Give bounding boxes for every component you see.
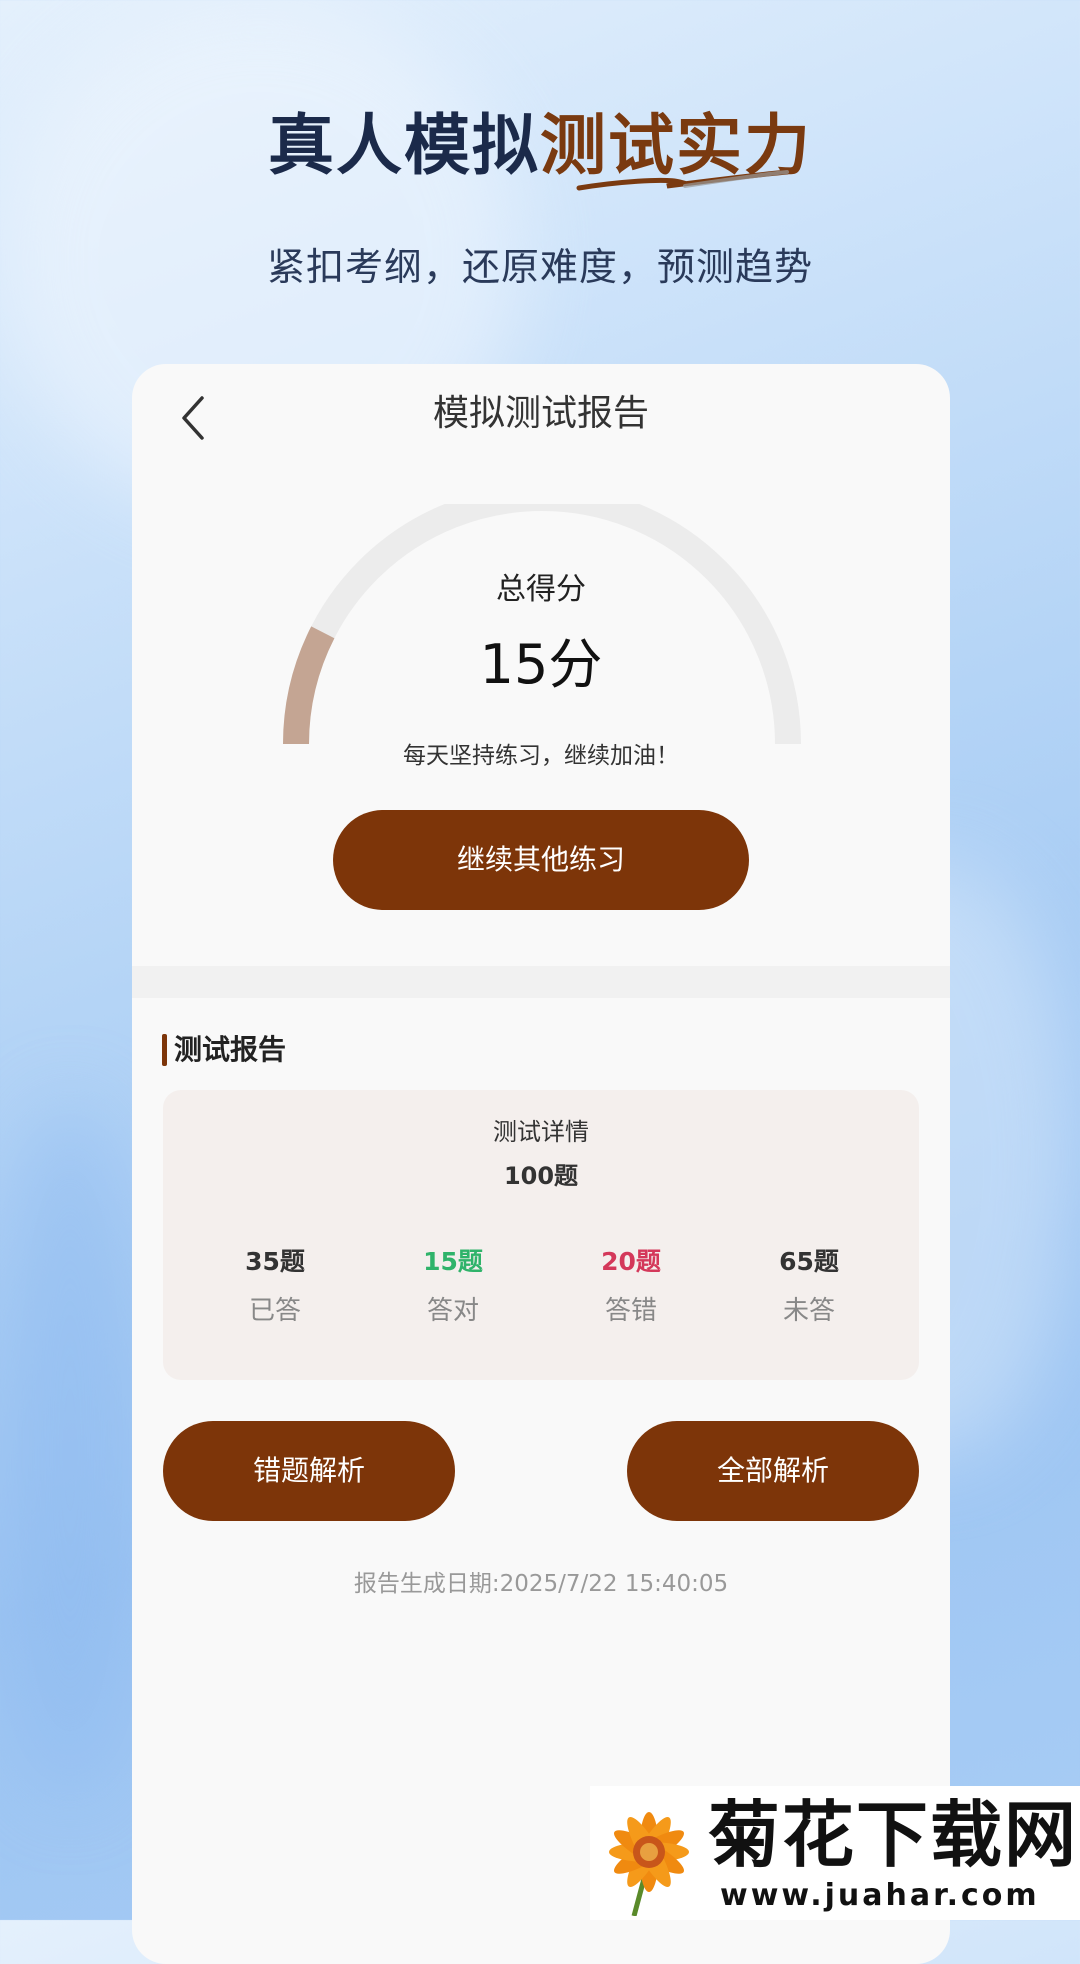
background-glow bbox=[0, 1100, 140, 1800]
hero-subtitle: 紧扣考纲，还原难度，预测趋势 bbox=[266, 245, 813, 289]
stat-value: 35题 bbox=[245, 1247, 305, 1276]
watermark-site-name: 菊花下载网 bbox=[708, 1793, 1079, 1877]
stat-answered: 35题 已答 bbox=[186, 1242, 364, 1327]
stat-label: 答对 bbox=[426, 1296, 479, 1326]
stat-label: 答错 bbox=[604, 1296, 657, 1326]
section-accent-bar bbox=[162, 1034, 167, 1066]
stats-row: 35题 已答 15题 答对 20题 答错 65题 未答 bbox=[163, 1242, 919, 1327]
chrysanthemum-logo-icon bbox=[609, 1812, 689, 1916]
report-section-title: 测试报告 bbox=[174, 1033, 287, 1066]
report-screen: 模拟测试报告 总得分 15分 每天坚持练习，继续加油！ 继续其他练习 测试报告 … bbox=[132, 364, 950, 1964]
test-detail-panel: 测试详情 100题 35题 已答 15题 答对 20题 答错 65题 未答 bbox=[163, 1090, 919, 1380]
section-divider bbox=[132, 966, 950, 998]
stat-wrong: 20题 答错 bbox=[542, 1242, 720, 1327]
report-generated-date: 报告生成日期:2025/7/22 15:40:05 bbox=[353, 1571, 729, 1597]
hero-title-part1: 真人模拟 bbox=[268, 107, 540, 184]
total-questions: 100题 bbox=[503, 1162, 579, 1190]
stat-label: 已答 bbox=[248, 1296, 301, 1326]
hero-underline-decoration bbox=[576, 169, 790, 191]
stat-value: 20题 bbox=[601, 1247, 661, 1276]
all-answers-analysis-button[interactable]: 全部解析 bbox=[627, 1421, 919, 1521]
stat-label: 未答 bbox=[782, 1296, 835, 1326]
test-detail-label: 测试详情 bbox=[493, 1118, 589, 1146]
stat-value: 15题 bbox=[423, 1247, 483, 1276]
wrong-answers-analysis-button[interactable]: 错题解析 bbox=[163, 1421, 455, 1521]
encouragement-text: 每天坚持练习，继续加油！ bbox=[403, 743, 679, 769]
total-score-value: 15分 bbox=[479, 633, 603, 696]
stat-value: 65题 bbox=[779, 1247, 839, 1276]
total-score-label: 总得分 bbox=[496, 572, 586, 607]
watermark-site-url: www.juahar.com bbox=[720, 1878, 1040, 1913]
page-title: 模拟测试报告 bbox=[432, 393, 649, 434]
continue-practice-button[interactable]: 继续其他练习 bbox=[333, 810, 749, 910]
stat-correct: 15题 答对 bbox=[364, 1242, 542, 1327]
hero-title: 真人模拟测试实力 bbox=[0, 92, 1080, 188]
site-watermark: 菊花下载网 www.juahar.com bbox=[590, 1786, 1080, 1920]
stat-unanswered: 65题 未答 bbox=[720, 1242, 898, 1327]
